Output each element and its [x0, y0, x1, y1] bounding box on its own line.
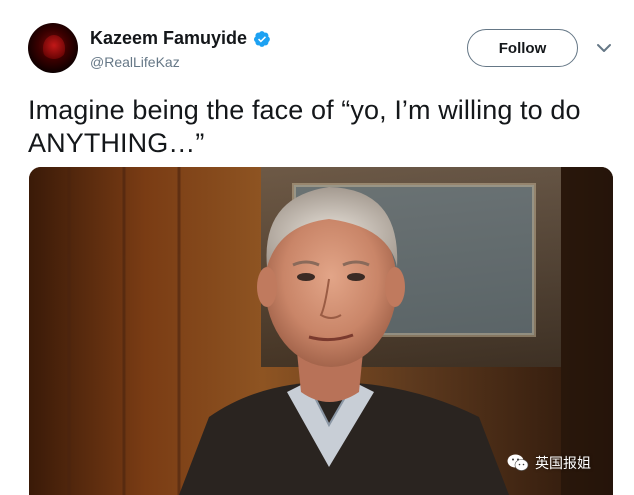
- user-handle[interactable]: @RealLifeKaz: [90, 54, 180, 70]
- tweet-text: Imagine being the face of “yo, I’m willi…: [28, 95, 581, 158]
- avatar[interactable]: [28, 23, 78, 73]
- wechat-icon: [507, 454, 529, 471]
- verified-badge-icon: [254, 30, 270, 47]
- follow-button[interactable]: Follow: [467, 29, 578, 67]
- tweet-media-image[interactable]: 英国报姐: [29, 167, 613, 495]
- user-name-row: Kazeem Famuyide: [90, 28, 271, 49]
- tweet-card: Kazeem Famuyide @RealLifeKaz Follow Imag…: [0, 0, 634, 495]
- watermark: 英国报姐: [507, 453, 591, 473]
- chevron-down-icon[interactable]: [596, 42, 612, 54]
- watermark-text: 英国报姐: [535, 455, 591, 471]
- media-photo: [29, 167, 613, 495]
- display-name[interactable]: Kazeem Famuyide: [90, 28, 247, 49]
